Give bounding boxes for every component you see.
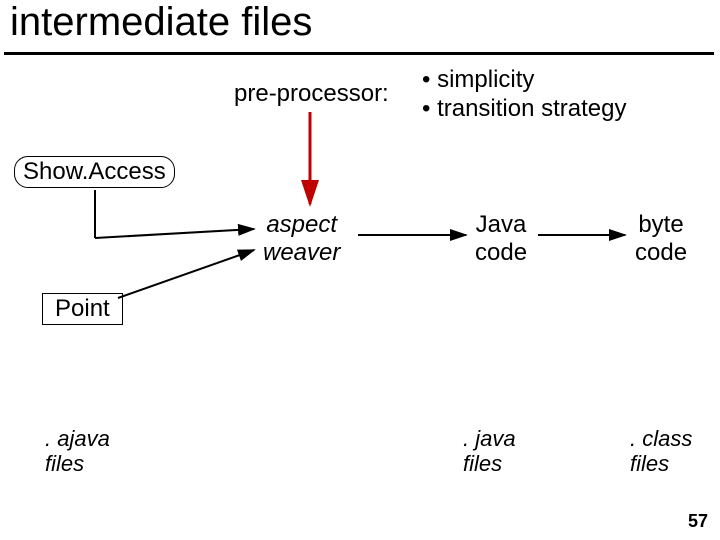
preprocessor-bullets: • simplicity • transition strategy [422, 66, 627, 124]
ajava-files-line1: . ajava [45, 426, 110, 451]
bullet-simplicity: • simplicity [422, 66, 627, 95]
slide-number: 57 [688, 511, 708, 532]
byte-code-label: byte code [635, 211, 687, 266]
java-code-line2: code [475, 239, 527, 267]
class-files-caption: . class files [630, 426, 692, 477]
class-files-line1: . class [630, 426, 692, 451]
preprocessor-label: pre-processor: [234, 80, 389, 108]
aspect-weaver-line1: aspect [263, 211, 340, 239]
point-box: Point [42, 293, 123, 325]
arrow-point-to-weaver [118, 250, 254, 298]
java-files-line2: files [463, 451, 516, 476]
byte-code-line1: byte [635, 211, 687, 239]
bullet-transition: • transition strategy [422, 95, 627, 124]
title-underline [4, 52, 714, 55]
aspect-weaver-line2: weaver [263, 239, 340, 267]
slide-title: intermediate files [10, 0, 312, 45]
show-access-box: Show.Access [14, 156, 175, 188]
java-code-label: Java code [475, 211, 527, 266]
ajava-files-line2: files [45, 451, 110, 476]
class-files-line2: files [630, 451, 692, 476]
arrow-showaccess-to-weaver [95, 229, 254, 238]
java-files-line1: . java [463, 426, 516, 451]
java-files-caption: . java files [463, 426, 516, 477]
ajava-files-caption: . ajava files [45, 426, 110, 477]
java-code-line1: Java [475, 211, 527, 239]
aspect-weaver-label: aspect weaver [263, 211, 340, 266]
byte-code-line2: code [635, 239, 687, 267]
